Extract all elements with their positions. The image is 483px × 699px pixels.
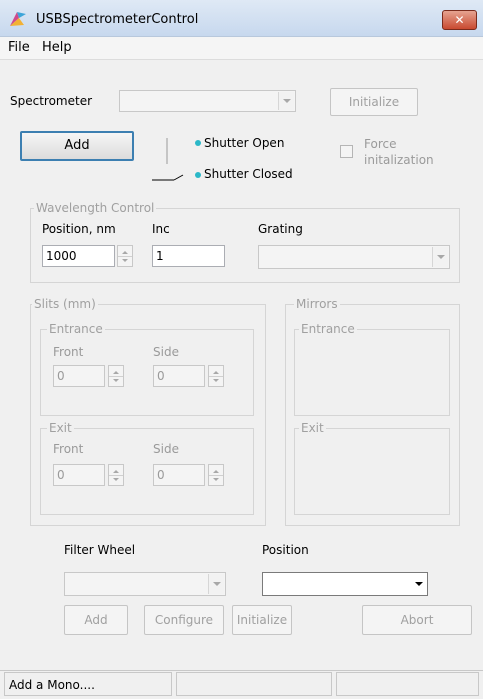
filter-wheel-select[interactable] xyxy=(64,572,226,596)
exit-front-spinner[interactable] xyxy=(108,464,124,486)
status-panel-2 xyxy=(176,672,332,696)
wavelength-group-title: Wavelength Control xyxy=(34,201,157,215)
abort-button[interactable]: Abort xyxy=(362,605,472,635)
inc-label: Inc xyxy=(152,222,170,236)
position-label: Position xyxy=(262,543,309,557)
spectrometer-initialize-button[interactable]: Initialize xyxy=(330,88,418,116)
slits-exit-title: Exit xyxy=(47,421,74,435)
slits-group-title: Slits (mm) xyxy=(32,297,98,311)
close-button[interactable]: ✕ xyxy=(442,10,477,30)
filter-wheel-label: Filter Wheel xyxy=(64,543,136,557)
app-icon xyxy=(10,12,26,26)
exit-side-spinner[interactable] xyxy=(208,464,224,486)
exit-side-input[interactable]: 0 xyxy=(153,464,205,486)
mirrors-group-title: Mirrors xyxy=(294,297,340,311)
shutter-closed-radio[interactable] xyxy=(194,171,202,179)
shutter-indicator-icon xyxy=(152,138,184,181)
mirrors-exit-group xyxy=(294,428,450,515)
status-message: Add a Mono.... xyxy=(9,678,95,692)
position-spinner[interactable] xyxy=(117,245,133,267)
chevron-down-icon xyxy=(411,574,426,594)
mirrors-entrance-title: Entrance xyxy=(299,322,357,336)
entrance-front-input[interactable]: 0 xyxy=(53,365,105,387)
shutter-closed-label: Shutter Closed xyxy=(204,167,293,181)
filter-add-button[interactable]: Add xyxy=(64,605,128,635)
position-nm-label: Position, nm xyxy=(42,222,116,236)
slits-entrance-title: Entrance xyxy=(47,322,105,336)
menu-bar xyxy=(0,37,483,60)
chevron-down-icon xyxy=(208,574,224,594)
entrance-side-input[interactable]: 0 xyxy=(153,365,205,387)
force-label-line1: Force xyxy=(364,137,397,151)
spectrometer-label: Spectrometer xyxy=(10,94,93,108)
position-select[interactable] xyxy=(262,572,428,596)
filter-initialize-button[interactable]: Initialize xyxy=(232,605,292,635)
position-nm-input[interactable]: 1000 xyxy=(42,245,115,267)
close-icon: ✕ xyxy=(454,13,465,27)
exit-front-input[interactable]: 0 xyxy=(53,464,105,486)
status-panel-message: Add a Mono.... xyxy=(4,672,172,696)
inc-input[interactable]: 1 xyxy=(152,245,225,267)
spectrometer-select[interactable] xyxy=(119,90,296,112)
add-spectrometer-button[interactable]: Add xyxy=(20,131,134,161)
mirrors-exit-title: Exit xyxy=(299,421,326,435)
entrance-side-spinner[interactable] xyxy=(208,365,224,387)
entrance-side-label: Side xyxy=(153,345,179,359)
grating-select[interactable] xyxy=(258,245,450,269)
shutter-open-radio[interactable] xyxy=(194,139,202,147)
mirrors-entrance-group xyxy=(294,329,450,416)
menu-help[interactable]: Help xyxy=(42,40,72,55)
status-panel-3 xyxy=(336,672,479,696)
chevron-down-icon xyxy=(278,92,294,110)
configure-button[interactable]: Configure xyxy=(144,605,224,635)
entrance-front-label: Front xyxy=(53,345,84,359)
force-label-line2: initalization xyxy=(364,153,434,167)
chevron-down-icon xyxy=(432,247,448,267)
grating-label: Grating xyxy=(258,222,303,236)
exit-front-label: Front xyxy=(53,442,84,456)
menu-file[interactable]: File xyxy=(8,40,30,55)
entrance-front-spinner[interactable] xyxy=(108,365,124,387)
window-title: USBSpectrometerControl xyxy=(36,12,199,27)
exit-side-label: Side xyxy=(153,442,179,456)
shutter-open-label: Shutter Open xyxy=(204,136,285,150)
force-initialization-checkbox[interactable] xyxy=(340,145,353,158)
